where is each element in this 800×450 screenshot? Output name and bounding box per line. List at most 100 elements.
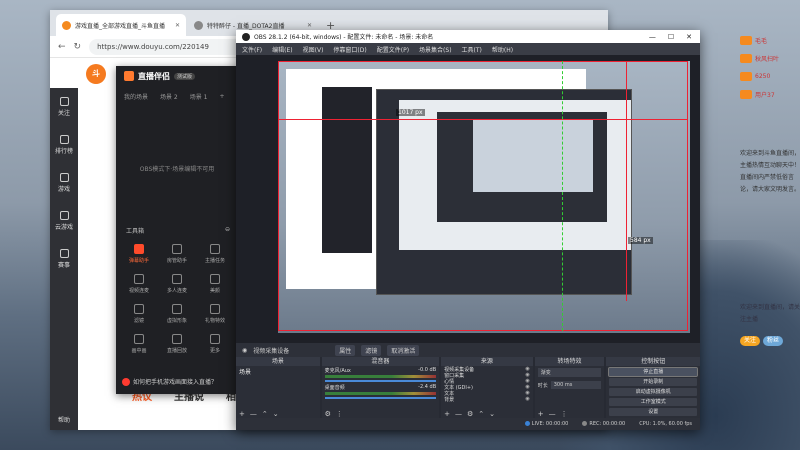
tool-item[interactable]: 美颜 — [196, 274, 234, 294]
trophy-icon — [59, 249, 69, 258]
tool-item[interactable]: 滤镜 — [120, 304, 158, 324]
menu-profile[interactable]: 配置文件(P) — [377, 45, 409, 54]
volume-slider[interactable] — [324, 397, 437, 399]
tab-scene-1[interactable]: 场景 1 — [190, 92, 208, 101]
tab-scene-2[interactable]: 场景 2 — [160, 92, 178, 101]
add-icon[interactable]: + — [538, 410, 544, 418]
source-toolbar: ◉ 视频采集设备 属性 滤镜 取消激活 — [236, 343, 700, 357]
obs-docks: 场景 场景 + — ⌃ ⌄ 混音器 麦克风/Aux -0.0 dB 桌面音频 -2.… — [236, 357, 700, 426]
menu-help[interactable]: 帮助(H) — [492, 45, 513, 54]
back-icon[interactable]: ← — [58, 42, 66, 52]
collapse-icon[interactable]: ⊖ — [225, 226, 230, 235]
scenes-toolbar: + — ⌃ ⌄ — [236, 409, 320, 418]
more-icon — [210, 334, 220, 344]
scenes-dock: 场景 场景 + — ⌃ ⌄ — [236, 357, 320, 418]
eye-icon[interactable]: ◉ — [525, 396, 529, 402]
up-icon[interactable]: ⌃ — [478, 410, 484, 418]
sidebar-item-follow[interactable]: 关注 — [50, 88, 78, 126]
rec-icon — [582, 421, 588, 426]
tool-item[interactable]: 主播任务 — [196, 244, 234, 264]
minimize-icon[interactable]: — — [649, 33, 656, 41]
sidebar-item-rank[interactable]: 排行榜 — [50, 126, 78, 164]
filters-button[interactable]: 滤镜 — [361, 344, 382, 356]
remove-icon[interactable]: — — [250, 410, 257, 418]
tool-item[interactable]: 画中画 — [120, 334, 158, 354]
remove-icon[interactable]: — — [455, 410, 462, 418]
fan-badge-icon — [740, 90, 752, 99]
remove-icon[interactable]: — — [549, 410, 556, 418]
obs-window: OBS 28.1.2 (64-bit, windows) - 配置文件: 未命名… — [236, 30, 700, 430]
browser-tab[interactable]: 游戏直播_全部游戏直播_斗鱼直播 ✕ — [56, 14, 186, 36]
sidebar-help[interactable]: 帮助 — [50, 415, 78, 424]
live-icon — [524, 421, 530, 426]
filter-icon — [134, 304, 144, 314]
tool-item[interactable]: 弹幕助手 — [120, 244, 158, 264]
menu-dots-icon[interactable]: ⋮ — [561, 410, 568, 418]
reload-icon[interactable]: ↻ — [74, 42, 82, 52]
obs-logo-icon — [242, 32, 250, 41]
close-tab-icon[interactable]: ✕ — [307, 22, 312, 29]
menu-file[interactable]: 文件(F) — [242, 45, 262, 54]
fans-pill[interactable]: 粉丝 — [763, 336, 784, 346]
rec-status: REC: 00:00:00 — [582, 421, 625, 427]
close-icon[interactable]: ✕ — [686, 33, 692, 41]
menu-view[interactable]: 视图(V) — [303, 45, 324, 54]
tool-item[interactable]: 虚拟形象 — [158, 304, 196, 324]
down-icon[interactable]: ⌄ — [273, 410, 279, 418]
properties-button[interactable]: 属性 — [335, 344, 356, 356]
transition-select[interactable]: 渐变 — [537, 368, 602, 377]
tool-item[interactable]: 多人连麦 — [158, 274, 196, 294]
duration-input[interactable]: 300 ms — [550, 381, 602, 389]
tab-my-scenes[interactable]: 我的场景 — [124, 92, 148, 101]
menu-docks[interactable]: 停靠窗口(D) — [333, 45, 366, 54]
admin-icon — [172, 244, 182, 254]
chat-line: 秋风扫叶 — [740, 51, 800, 66]
gear-icon[interactable]: ⚙ — [467, 410, 473, 418]
toolbox-header: 工具箱 ⊖ — [126, 226, 230, 235]
volume-slider[interactable] — [324, 380, 437, 382]
tool-item[interactable]: 房管助手 — [158, 244, 196, 264]
add-icon[interactable]: + — [239, 410, 245, 418]
source-item[interactable]: 背景 ◉ — [441, 396, 533, 403]
heart-icon — [59, 97, 69, 106]
tool-item[interactable]: 直播回放 — [158, 334, 196, 354]
tool-item[interactable]: 视频连麦 — [120, 274, 158, 294]
settings-button[interactable]: 设置 — [609, 408, 697, 416]
cpu-status: CPU: 1.0%, 60.00 fps — [639, 421, 692, 427]
down-icon[interactable]: ⌄ — [489, 410, 495, 418]
add-scene-button[interactable]: + — [219, 93, 224, 100]
menu-dots-icon[interactable]: ⋮ — [336, 410, 343, 418]
chat-line: 用户37 — [740, 87, 800, 102]
game-icon — [59, 173, 69, 182]
sidebar-item-events[interactable]: 赛事 — [50, 240, 78, 278]
add-icon[interactable]: + — [444, 410, 450, 418]
menu-tools[interactable]: 工具(T) — [462, 45, 482, 54]
virtual-camera-button[interactable]: 启动虚拟摄像机 — [609, 388, 697, 396]
up-icon[interactable]: ⌃ — [262, 410, 268, 418]
stop-streaming-button[interactable]: 停止直播 — [608, 367, 698, 377]
maximize-icon[interactable]: ☐ — [668, 33, 674, 41]
mobile-help-link[interactable]: 如何把手机游戏画面接入直播？ — [122, 377, 217, 386]
menu-scene-collection[interactable]: 场景集合(S) — [419, 45, 452, 54]
gear-icon[interactable]: ⚙ — [325, 410, 331, 418]
tool-item[interactable]: 更多 — [196, 334, 234, 354]
sidebar-item-cloud[interactable]: 云游戏 — [50, 202, 78, 240]
deactivate-button[interactable]: 取消激活 — [387, 344, 420, 356]
preview-canvas[interactable]: 1017 px 584 px — [278, 61, 690, 333]
beauty-icon — [210, 274, 220, 284]
chat-message: 欢迎来到直播间，请关注主播 — [740, 304, 800, 323]
studio-mode-button[interactable]: 工作室模式 — [609, 398, 697, 406]
start-recording-button[interactable]: 开始录制 — [609, 378, 697, 386]
douyu-logo[interactable]: 斗 — [86, 64, 106, 84]
scene-item[interactable]: 场景 — [236, 366, 320, 377]
close-tab-icon[interactable]: ✕ — [175, 22, 180, 29]
width-readout: 1017 px — [396, 109, 425, 116]
obs-preview[interactable]: 1017 px 584 px — [236, 55, 700, 343]
menu-edit[interactable]: 编辑(E) — [272, 45, 292, 54]
sidebar-item-games[interactable]: 游戏 — [50, 164, 78, 202]
obs-statusbar: LIVE: 00:00:00 REC: 00:00:00 CPU: 1.0%, … — [236, 418, 700, 430]
follow-pill[interactable]: 关注 — [740, 336, 761, 346]
sources-toolbar: + — ⚙ ⌃ ⌄ — [441, 409, 533, 418]
danmaku-icon — [134, 244, 144, 254]
tool-item[interactable]: 礼物特效 — [196, 304, 234, 324]
